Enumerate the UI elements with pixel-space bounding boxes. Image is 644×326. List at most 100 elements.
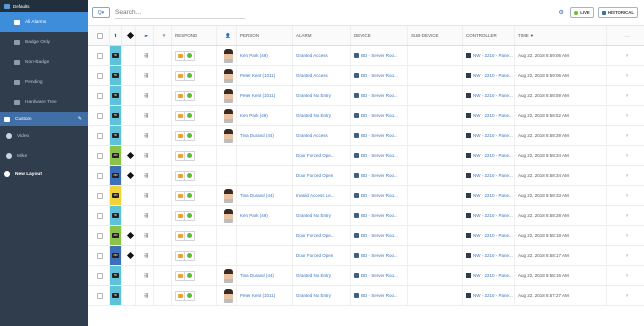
row-checkbox[interactable] bbox=[88, 146, 110, 165]
acknowledge-button[interactable] bbox=[176, 211, 185, 220]
acknowledge-button[interactable] bbox=[176, 271, 185, 280]
alarm-link[interactable]: Granted No Entry bbox=[296, 113, 331, 118]
device-link[interactable]: BD - Server Roo... bbox=[361, 133, 398, 138]
acknowledge-button[interactable] bbox=[176, 171, 185, 180]
controller-link[interactable]: NW - 2210 - Pane... bbox=[473, 293, 513, 298]
acknowledge-button[interactable] bbox=[176, 91, 185, 100]
alarm-cell[interactable]: Door Forced Open bbox=[293, 246, 351, 265]
acknowledge-button[interactable] bbox=[176, 291, 185, 300]
alarm-link[interactable]: Door Forced Open bbox=[296, 173, 333, 178]
device-column-header[interactable]: DEVICE bbox=[351, 26, 408, 45]
clear-button[interactable] bbox=[185, 52, 194, 60]
device-cell[interactable]: BD - Server Roo... bbox=[351, 226, 408, 245]
alarm-cell[interactable]: Invalid Access Le... bbox=[293, 186, 351, 205]
device-cell[interactable]: BD - Server Roo... bbox=[351, 106, 408, 125]
alarm-cell[interactable]: Granted Access bbox=[293, 46, 351, 65]
alarm-link[interactable]: Granted Access bbox=[296, 73, 328, 78]
controller-cell[interactable]: NW - 2210 - Pane... bbox=[463, 246, 515, 265]
acknowledge-button[interactable] bbox=[176, 191, 185, 200]
alarm-cell[interactable]: Granted Access bbox=[293, 126, 351, 145]
sidebar-item-mike[interactable]: Mike bbox=[0, 146, 88, 166]
row-expand-button[interactable]: › bbox=[607, 246, 644, 265]
sidebar-item-non-badge[interactable]: Non-Badge bbox=[0, 52, 88, 72]
device-link[interactable]: BD - Server Roo... bbox=[361, 93, 398, 98]
device-cell[interactable]: BD - Server Roo... bbox=[351, 46, 408, 65]
ack-cell[interactable]: ⇶ bbox=[136, 126, 154, 145]
alarm-link[interactable]: Door Forced Ope... bbox=[296, 233, 335, 238]
row-expand-button[interactable]: › bbox=[607, 126, 644, 145]
alarm-cell[interactable]: Door Forced Ope... bbox=[293, 146, 351, 165]
ack-cell[interactable]: ⇶ bbox=[136, 166, 154, 185]
device-link[interactable]: BD - Server Roo... bbox=[361, 113, 398, 118]
person-cell[interactable] bbox=[237, 246, 293, 265]
person-photo-column-header[interactable]: 👤 bbox=[217, 26, 237, 45]
controller-cell[interactable]: NW - 2210 - Pane... bbox=[463, 46, 515, 65]
table-row[interactable]: 100 ⇶ Door Forced Ope... BD - Server Roo… bbox=[88, 226, 644, 246]
row-checkbox[interactable] bbox=[88, 106, 110, 125]
controller-link[interactable]: NW - 2210 - Pane... bbox=[473, 213, 513, 218]
table-row[interactable]: 250 ⇶ Door Forced Open BD - Server Roo..… bbox=[88, 246, 644, 266]
row-checkbox[interactable] bbox=[88, 286, 110, 305]
person-cell[interactable] bbox=[237, 166, 293, 185]
controller-link[interactable]: NW - 2210 - Pane... bbox=[473, 193, 513, 198]
sidebar-header[interactable]: Defaults bbox=[0, 0, 88, 12]
row-checkbox[interactable] bbox=[88, 246, 110, 265]
controller-link[interactable]: NW - 2210 - Pane... bbox=[473, 153, 513, 158]
acknowledge-button[interactable] bbox=[176, 51, 185, 60]
device-link[interactable]: BD - Server Roo... bbox=[361, 273, 398, 278]
device-cell[interactable]: BD - Server Roo... bbox=[351, 246, 408, 265]
person-cell[interactable]: Ken Park (49) bbox=[237, 206, 293, 225]
filter-icon[interactable]: ⚙ bbox=[556, 9, 566, 17]
table-row[interactable]: 50 ⇶ Peter Kent (1011) Granted Access BD… bbox=[88, 66, 644, 86]
row-expand-button[interactable]: › bbox=[607, 86, 644, 105]
row-checkbox[interactable] bbox=[88, 46, 110, 65]
person-cell[interactable] bbox=[237, 146, 293, 165]
historical-button[interactable]: HISTORICAL bbox=[597, 7, 638, 18]
alarm-cell[interactable]: Granted No Entry bbox=[293, 286, 351, 305]
new-layout-button[interactable]: New Layout bbox=[0, 166, 88, 182]
alarm-cell[interactable]: Door Forced Open bbox=[293, 166, 351, 185]
device-link[interactable]: BD - Server Roo... bbox=[361, 193, 398, 198]
device-link[interactable]: BD - Server Roo... bbox=[361, 53, 398, 58]
table-row[interactable]: 50 ⇶ Ken Park (49) Granted No Entry BD -… bbox=[88, 106, 644, 126]
alarm-cell[interactable]: Door Forced Ope... bbox=[293, 226, 351, 245]
device-cell[interactable]: BD - Server Roo... bbox=[351, 286, 408, 305]
controller-link[interactable]: NW - 2210 - Pane... bbox=[473, 273, 513, 278]
ack-cell[interactable]: ⇶ bbox=[136, 266, 154, 285]
controller-cell[interactable]: NW - 2210 - Pane... bbox=[463, 86, 515, 105]
person-link[interactable]: Ken Park (49) bbox=[240, 53, 268, 58]
search-options-button[interactable]: Q▾ bbox=[92, 7, 110, 18]
controller-cell[interactable]: NW - 2210 - Pane... bbox=[463, 166, 515, 185]
controller-cell[interactable]: NW - 2210 - Pane... bbox=[463, 186, 515, 205]
row-expand-button[interactable]: › bbox=[607, 186, 644, 205]
alarm-cell[interactable]: Granted No Entry bbox=[293, 86, 351, 105]
alarm-link[interactable]: Door Forced Ope... bbox=[296, 153, 335, 158]
controller-cell[interactable]: NW - 2210 - Pane... bbox=[463, 206, 515, 225]
device-link[interactable]: BD - Server Roo... bbox=[361, 213, 398, 218]
controller-link[interactable]: NW - 2210 - Pane... bbox=[473, 133, 513, 138]
controller-column-header[interactable]: CONTROLLER bbox=[463, 26, 515, 45]
acknowledge-button[interactable] bbox=[176, 251, 185, 260]
person-link[interactable]: Peter Kent (1011) bbox=[240, 73, 275, 78]
person-link[interactable]: Ken Park (49) bbox=[240, 113, 268, 118]
alarm-cell[interactable]: Granted No Entry bbox=[293, 206, 351, 225]
alarm-link[interactable]: Granted No Entry bbox=[296, 293, 331, 298]
alarm-cell[interactable]: Granted No Entry bbox=[293, 266, 351, 285]
subdevice-column-header[interactable]: SUB-DEVICE bbox=[408, 26, 463, 45]
sidebar-item-pending[interactable]: Pending bbox=[0, 72, 88, 92]
device-link[interactable]: BD - Server Roo... bbox=[361, 293, 398, 298]
person-link[interactable]: Tina Durand (44) bbox=[240, 193, 274, 198]
controller-cell[interactable]: NW - 2210 - Pane... bbox=[463, 106, 515, 125]
respond-column-header[interactable]: RESPOND bbox=[172, 26, 217, 45]
person-link[interactable]: Tina Durand (44) bbox=[240, 133, 274, 138]
edit-icon[interactable]: ✎ bbox=[78, 116, 82, 122]
more-columns-button[interactable]: ... bbox=[607, 26, 644, 45]
alarm-link[interactable]: Granted Access bbox=[296, 133, 328, 138]
alarm-link[interactable]: Invalid Access Le... bbox=[296, 193, 335, 198]
alarm-link[interactable]: Door Forced Open bbox=[296, 253, 333, 258]
device-cell[interactable]: BD - Server Roo... bbox=[351, 126, 408, 145]
device-cell[interactable]: BD - Server Roo... bbox=[351, 66, 408, 85]
sidebar-section-custom[interactable]: Custom ✎ bbox=[0, 112, 88, 126]
alarm-link[interactable]: Granted No Entry bbox=[296, 93, 331, 98]
table-row[interactable]: 50 ⇶ Peter Kent (1011) Granted No Entry … bbox=[88, 86, 644, 106]
